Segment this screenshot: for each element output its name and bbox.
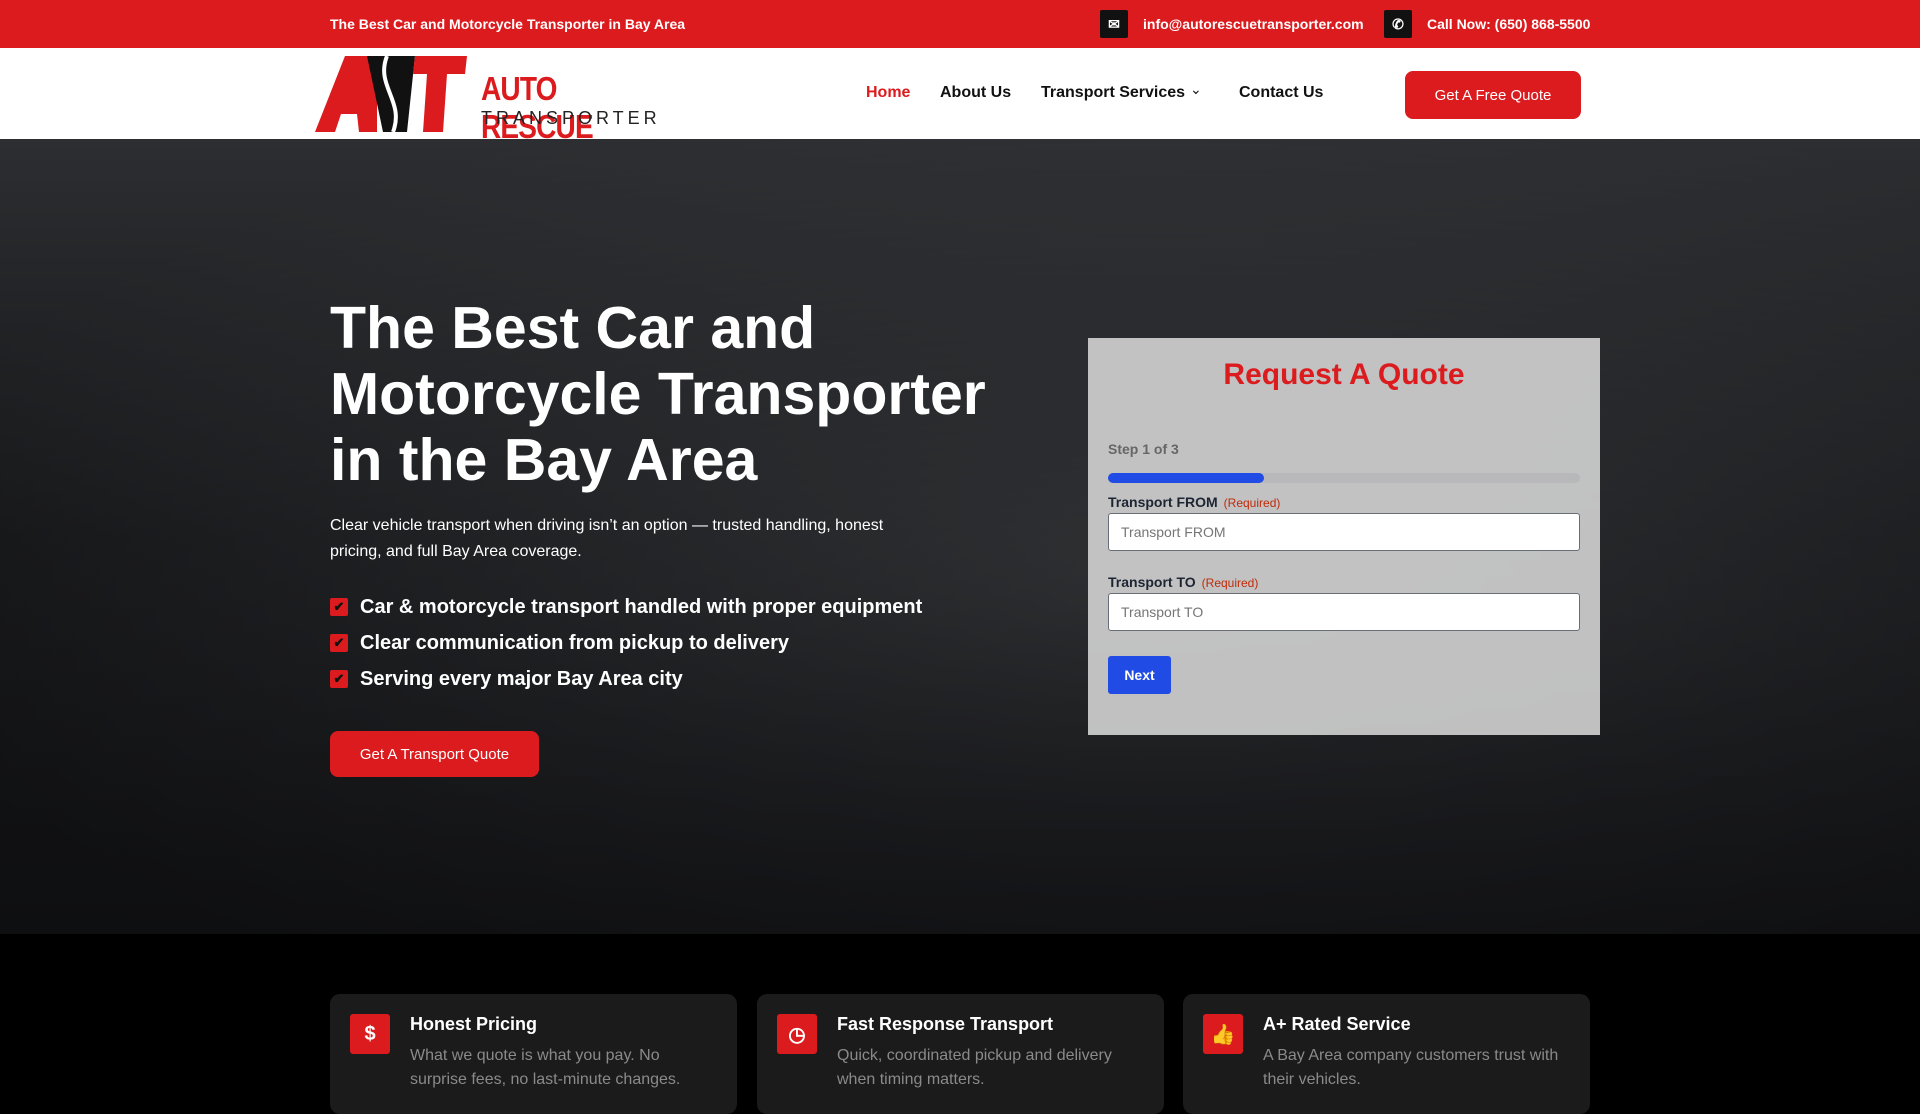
- phone-link[interactable]: Call Now: (650) 868-5500: [1427, 16, 1590, 32]
- check-icon: ✔: [330, 598, 348, 616]
- transport-from-input[interactable]: [1108, 513, 1580, 551]
- feature-text: What we quote is what you pay. No surpri…: [410, 1047, 681, 1088]
- free-quote-button[interactable]: Get A Free Quote: [1405, 71, 1581, 119]
- dollar-icon: $: [350, 1014, 390, 1054]
- feature-title: A+ Rated Service: [1263, 1014, 1411, 1034]
- hero-lead: Clear vehicle transport when driving isn…: [330, 517, 884, 560]
- logo[interactable]: AUTO RESCUE TRANSPORTER: [315, 56, 665, 145]
- envelope-icon: ✉: [1100, 10, 1128, 38]
- clock-icon: ◷: [777, 1014, 817, 1054]
- site-header: AUTO RESCUE TRANSPORTER Home About Us Tr…: [0, 48, 1920, 145]
- check-icon: ✔: [330, 634, 348, 652]
- thumbs-up-icon: 👍: [1203, 1014, 1243, 1054]
- phone-icon: ✆: [1384, 10, 1412, 38]
- transport-quote-button[interactable]: Get A Transport Quote: [330, 731, 539, 777]
- checklist-item: ✔ Serving every major Bay Area city: [330, 661, 922, 697]
- features-section: $ Honest Pricing What we quote is what y…: [0, 934, 1920, 1114]
- hero-section: The Best Car and Motorcycle Transporter …: [0, 139, 1920, 934]
- feature-title: Fast Response Transport: [837, 1014, 1054, 1034]
- nav-contact-us[interactable]: Contact Us: [1239, 84, 1323, 102]
- logo-mark-icon: [315, 56, 467, 132]
- feature-card: ◷ Fast Response Transport Quick, coordin…: [757, 994, 1164, 1114]
- email-link[interactable]: info@autorescuetransporter.com: [1143, 16, 1364, 32]
- feature-title: Honest Pricing: [410, 1014, 538, 1034]
- top-bar: The Best Car and Motorcycle Transporter …: [0, 0, 1920, 48]
- feature-card: 👍 A+ Rated Service A Bay Area company cu…: [1183, 994, 1590, 1114]
- checklist-item: ✔ Clear communication from pickup to deli…: [330, 625, 922, 661]
- hero-title: The Best Car and Motorcycle Transporter …: [330, 295, 986, 493]
- quote-form: Request A Quote Step 1 of 3 Transport FR…: [1088, 338, 1600, 735]
- feature-checklist: ✔ Car & motorcycle transport handled with…: [330, 589, 922, 697]
- form-title: Request A Quote: [1223, 358, 1465, 391]
- chevron-down-icon[interactable]: ⌄: [1190, 81, 1202, 98]
- progress-bar: [1108, 473, 1580, 483]
- from-label: Transport FROM (Required): [1108, 494, 1281, 510]
- transport-to-input[interactable]: [1108, 593, 1580, 631]
- check-icon: ✔: [330, 670, 348, 688]
- feature-text: A Bay Area company customers trust with …: [1263, 1047, 1559, 1088]
- checklist-text: Clear communication from pickup to deliv…: [360, 631, 789, 654]
- next-button[interactable]: Next: [1108, 656, 1171, 694]
- to-label: Transport TO (Required): [1108, 574, 1259, 590]
- feature-text: Quick, coordinated pickup and delivery w…: [837, 1047, 1112, 1088]
- tagline: The Best Car and Motorcycle Transporter …: [330, 16, 686, 32]
- progress-fill: [1108, 473, 1264, 483]
- feature-card: $ Honest Pricing What we quote is what y…: [330, 994, 737, 1114]
- nav-home[interactable]: Home: [866, 84, 910, 102]
- hero-background-image: [0, 139, 1920, 934]
- checklist-text: Serving every major Bay Area city: [360, 667, 683, 690]
- checklist-text: Car & motorcycle transport handled with …: [360, 595, 923, 618]
- step-indicator: Step 1 of 3: [1108, 441, 1179, 457]
- checklist-item: ✔ Car & motorcycle transport handled with…: [330, 589, 922, 625]
- nav-transport-services[interactable]: Transport Services: [1041, 84, 1185, 102]
- logo-text-secondary: TRANSPORTER: [481, 108, 661, 128]
- nav-about-us[interactable]: About Us: [940, 84, 1011, 102]
